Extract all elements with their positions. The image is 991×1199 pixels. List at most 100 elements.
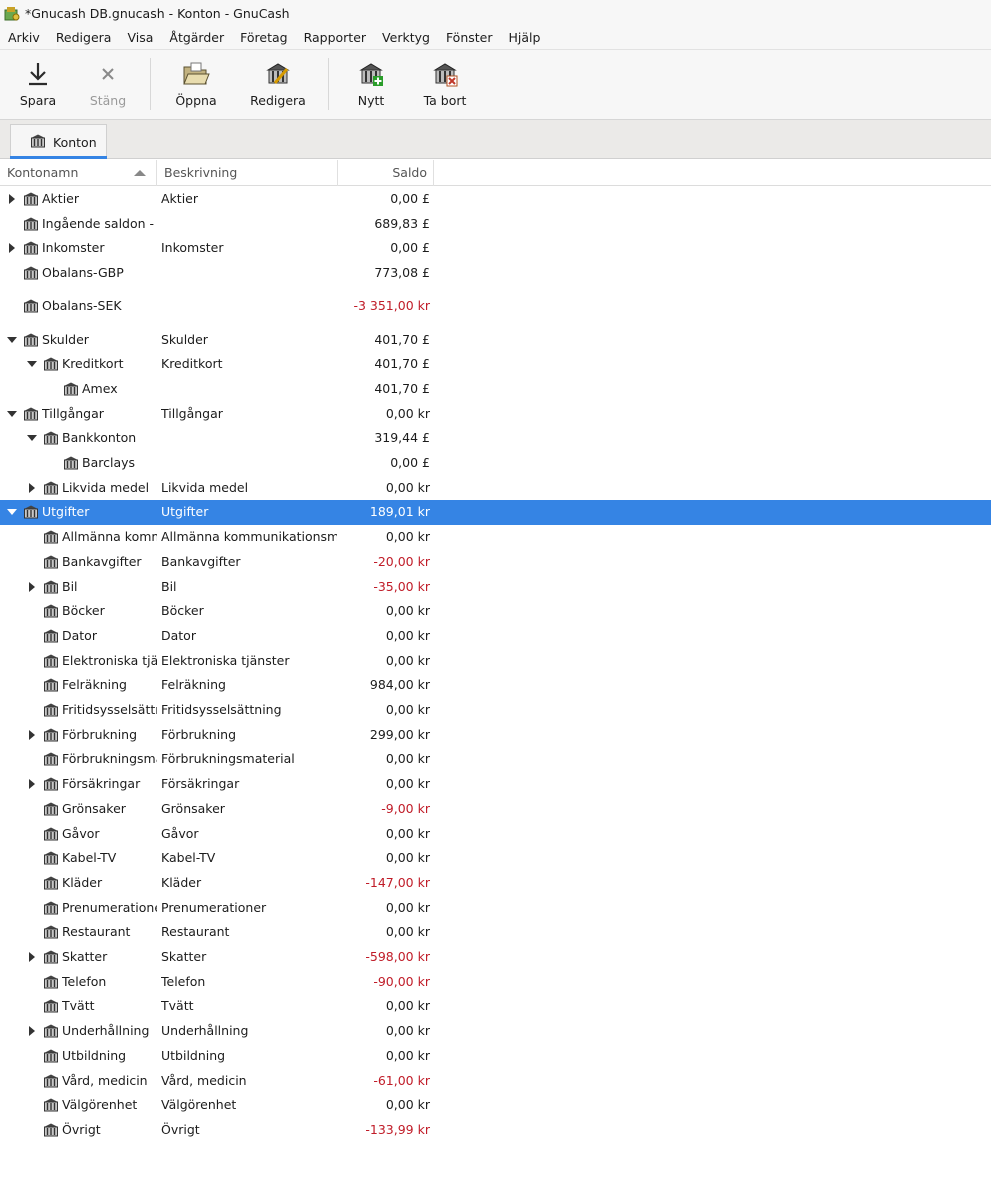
account-description: Likvida medel — [161, 479, 249, 495]
account-row[interactable]: Kabel-TV Kabel-TV 0,00 kr — [0, 846, 991, 871]
account-row[interactable]: Dator Dator 0,00 kr — [0, 624, 991, 649]
menu-redigera[interactable]: Redigera — [48, 26, 120, 50]
delete-account-button[interactable]: Ta bort — [420, 50, 470, 116]
column-header-balance[interactable]: Saldo — [338, 160, 434, 186]
account-row[interactable]: Bankkonton 319,44 £ — [0, 426, 991, 451]
account-description: Kläder — [161, 874, 202, 890]
account-row[interactable]: Gåvor Gåvor 0,00 kr — [0, 822, 991, 847]
account-row[interactable]: Övrigt Övrigt -133,99 kr — [0, 1118, 991, 1143]
account-name: Bankavgifter — [62, 553, 142, 569]
account-row[interactable]: Grönsaker Grönsaker -9,00 kr — [0, 797, 991, 822]
account-row[interactable]: Amex 401,70 £ — [0, 377, 991, 402]
account-row[interactable]: Böcker Böcker 0,00 kr — [0, 599, 991, 624]
account-row[interactable]: Bankavgifter Bankavgifter -20,00 kr — [0, 550, 991, 575]
collapse-arrow-icon[interactable] — [7, 509, 17, 516]
account-description: Telefon — [161, 973, 206, 989]
account-row[interactable]: Felräkning Felräkning 984,00 kr — [0, 673, 991, 698]
account-description: Välgörenhet — [161, 1097, 237, 1113]
expand-arrow-icon[interactable] — [29, 729, 35, 740]
account-row[interactable]: Förbrukning Förbrukning 299,00 kr — [0, 723, 991, 748]
expand-arrow-icon[interactable] — [9, 243, 15, 254]
expand-arrow-icon[interactable] — [29, 952, 35, 962]
account-description: Tillgångar — [161, 405, 223, 421]
collapse-arrow-icon[interactable] — [7, 410, 17, 417]
account-row[interactable]: Elektroniska tjän Elektroniska tjänster 0,… — [0, 649, 991, 674]
expand-arrow-icon[interactable] — [9, 194, 15, 204]
new-account-button[interactable]: Nytt — [348, 50, 394, 116]
account-balance: -598,00 kr — [365, 949, 430, 964]
account-name-cell: Bankavgifter — [0, 550, 157, 575]
edit-button[interactable]: Redigera — [248, 50, 308, 116]
account-row[interactable]: Likvida medel Likvida medel 0,00 kr — [0, 476, 991, 501]
bank-account-icon — [43, 654, 59, 668]
account-row[interactable]: Skatter Skatter -598,00 kr — [0, 945, 991, 970]
save-button[interactable]: Spara — [14, 50, 62, 116]
bank-account-icon — [43, 1049, 59, 1063]
account-row[interactable]: Fritidsysselsättni Fritidsysselsättning 0,… — [0, 698, 991, 723]
account-balance: 189,01 kr — [369, 504, 430, 520]
tab-konton[interactable]: Konton — [10, 124, 107, 159]
menu-arkiv[interactable]: Arkiv — [0, 26, 48, 50]
expand-arrow-icon[interactable] — [29, 779, 35, 790]
menu-rapporter[interactable]: Rapporter — [296, 26, 374, 50]
bank-account-icon — [43, 925, 59, 939]
bank-account-icon — [43, 876, 59, 890]
save-label: Spara — [19, 93, 57, 108]
account-row[interactable]: Obalans-GBP 773,08 £ — [0, 261, 991, 286]
close-button[interactable]: Stäng — [84, 50, 132, 116]
account-row[interactable]: Ingående saldon - G 689,83 £ — [0, 212, 991, 237]
account-row[interactable]: Utgifter Utgifter 189,01 kr — [0, 500, 991, 526]
collapse-arrow-icon[interactable] — [27, 361, 37, 368]
account-row[interactable]: Tillgångar Tillgångar 0,00 kr — [0, 402, 991, 427]
account-row[interactable]: Telefon Telefon -90,00 kr — [0, 970, 991, 995]
column-header-description[interactable]: Beskrivning — [157, 160, 338, 186]
expand-arrow-icon[interactable] — [29, 482, 35, 493]
account-row[interactable]: Barclays 0,00 £ — [0, 451, 991, 476]
account-row[interactable]: Kläder Kläder -147,00 kr — [0, 871, 991, 896]
expand-arrow-icon[interactable] — [29, 581, 35, 592]
bank-account-icon — [43, 1123, 59, 1137]
account-balance: -3 351,00 kr — [353, 297, 430, 313]
open-button[interactable]: Öppna — [170, 50, 222, 116]
account-row[interactable]: Prenumerationer Prenumerationer 0,00 kr — [0, 896, 991, 921]
menu-verktyg[interactable]: Verktyg — [374, 26, 438, 50]
account-row[interactable]: Allmänna komm Allmänna kommunikationsmed 0… — [0, 525, 991, 550]
account-name-cell: Allmänna komm — [0, 525, 157, 550]
account-row[interactable]: Kreditkort Kreditkort 401,70 £ — [0, 352, 991, 377]
open-label: Öppna — [175, 93, 217, 108]
account-name-cell: Vård, medicin — [0, 1069, 157, 1094]
menu-hjalp[interactable]: Hjälp — [501, 26, 549, 50]
account-row[interactable]: Tvätt Tvätt 0,00 kr — [0, 994, 991, 1019]
bank-account-icon — [43, 678, 59, 692]
toolbar-separator — [150, 58, 151, 110]
account-name-cell: Förbrukning — [0, 723, 157, 748]
account-row[interactable]: Skulder Skulder 401,70 £ — [0, 328, 991, 353]
menu-atgarder[interactable]: Åtgärder — [161, 26, 232, 50]
account-row[interactable]: Restaurant Restaurant 0,00 kr — [0, 920, 991, 945]
account-name-cell: Underhållning — [0, 1019, 157, 1044]
account-row[interactable]: Förbrukningsma Förbrukningsmaterial 0,00 k… — [0, 747, 991, 772]
account-name-cell: Skulder — [0, 328, 157, 353]
account-name: Bankkonton — [62, 430, 137, 446]
collapse-arrow-icon[interactable] — [27, 435, 37, 442]
expand-arrow-icon[interactable] — [29, 1026, 35, 1037]
account-row[interactable]: Inkomster Inkomster 0,00 £ — [0, 236, 991, 261]
account-name: Vård, medicin — [62, 1072, 148, 1088]
account-row[interactable]: Utbildning Utbildning 0,00 kr — [0, 1044, 991, 1069]
account-description: Fritidsysselsättning — [161, 702, 282, 717]
menu-visa[interactable]: Visa — [119, 26, 161, 50]
bank-account-icon — [43, 950, 59, 964]
account-row[interactable]: Aktier Aktier 0,00 £ — [0, 187, 991, 212]
account-row[interactable]: Underhållning Underhållning 0,00 kr — [0, 1019, 991, 1044]
account-row[interactable]: Obalans-SEK -3 351,00 kr — [0, 294, 991, 319]
account-row[interactable]: Vård, medicin Vård, medicin -61,00 kr — [0, 1069, 991, 1094]
account-row[interactable]: Välgörenhet Välgörenhet 0,00 kr — [0, 1093, 991, 1118]
column-header-name[interactable]: Kontonamn — [0, 160, 157, 186]
menu-foretag[interactable]: Företag — [232, 26, 295, 50]
menu-fonster[interactable]: Fönster — [438, 26, 501, 50]
account-row[interactable]: Bil Bil -35,00 kr — [0, 575, 991, 600]
collapse-arrow-icon[interactable] — [7, 336, 17, 343]
account-row[interactable]: Försäkringar Försäkringar 0,00 kr — [0, 772, 991, 797]
title-bar: *Gnucash DB.gnucash - Konton - GnuCash — [0, 0, 991, 26]
account-description: Böcker — [161, 603, 204, 619]
